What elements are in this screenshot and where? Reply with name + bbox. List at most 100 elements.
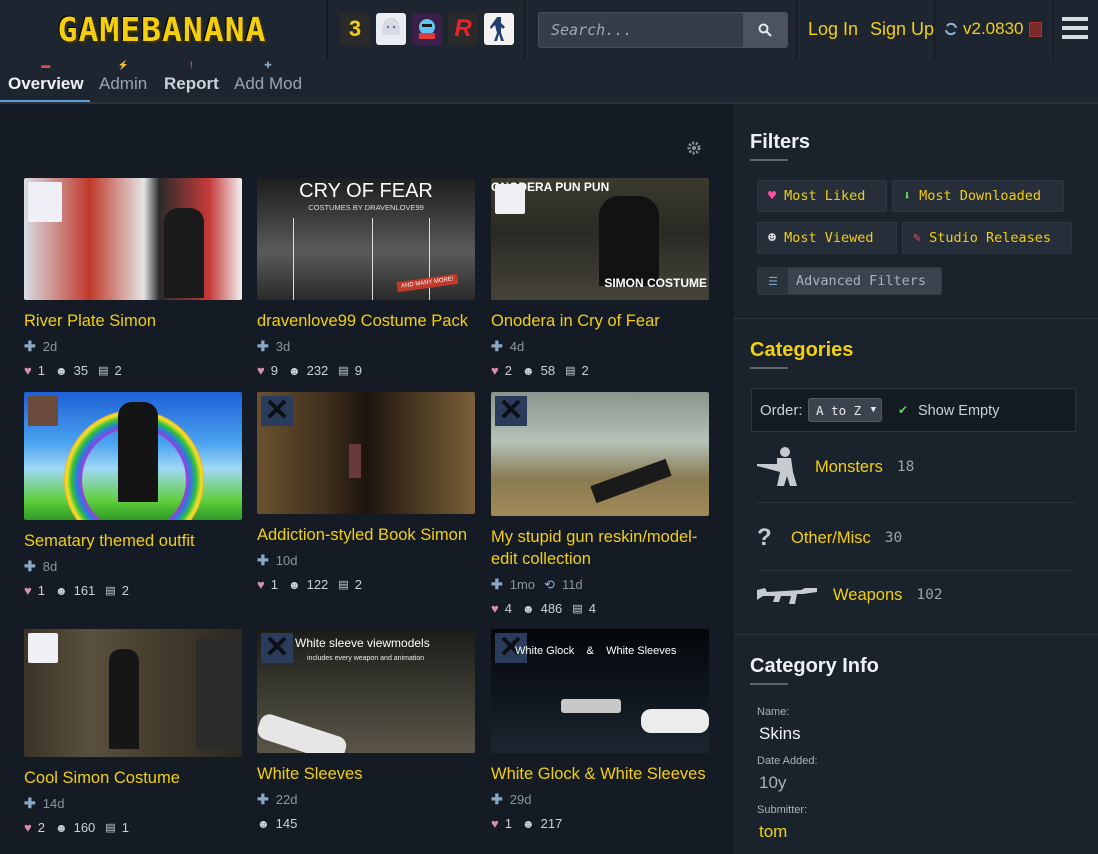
tab-report[interactable]: ! Report <box>164 60 219 94</box>
mod-thumbnail[interactable] <box>24 392 242 520</box>
like-count: 1 <box>504 816 512 831</box>
mod-title[interactable]: Addiction-styled Book Simon <box>257 524 475 546</box>
section-divider <box>733 634 1098 635</box>
mod-card[interactable]: ✕ White Glock & White Sleeves White Gloc… <box>491 629 709 831</box>
added-icon: ✚ <box>24 558 36 574</box>
thumb-title: CRY OF FEAR <box>299 180 433 202</box>
mod-thumbnail[interactable]: ✕ White sleeve viewmodels includes every… <box>257 629 475 753</box>
search-icon <box>758 23 772 37</box>
mod-title[interactable]: dravenlove99 Costume Pack <box>257 310 475 332</box>
sven-coop-icon[interactable]: 3 <box>340 13 370 45</box>
row-divider <box>757 570 1075 571</box>
r-game-icon[interactable]: R <box>448 13 478 45</box>
like-count: 4 <box>504 601 512 616</box>
mod-stats: ♥ 4 ☻ 486 ▤ 4 <box>491 601 709 616</box>
mod-title[interactable]: Cool Simon Costume <box>24 767 242 789</box>
mod-title[interactable]: River Plate Simon <box>24 310 242 332</box>
order-label: Order: <box>760 402 803 419</box>
top-bar: GAMEBANANA 3 R Log In Sign Up v2.0830 <box>0 0 1098 61</box>
filter-most-downloaded[interactable]: ⬇ Most Downloaded <box>892 180 1064 212</box>
mod-age: 4d <box>509 339 525 354</box>
mod-card[interactable]: Cool Simon Costume ✚ 14d ♥ 2 ☻ 160 ▤ 1 <box>24 629 242 835</box>
filter-label: Most Liked <box>784 188 866 204</box>
order-select[interactable]: A to Z ▼ <box>808 398 882 422</box>
comment-icon: ▤ <box>105 822 116 834</box>
version-link[interactable]: v2.0830 <box>944 19 1042 39</box>
mod-stats: ♥ 2 ☻ 58 ▤ 2 <box>491 363 709 378</box>
eye-face-icon: ☻ <box>768 230 777 246</box>
search-input[interactable] <box>539 13 731 47</box>
fnf-icon[interactable] <box>412 13 442 45</box>
filter-studio-releases[interactable]: ✎ Studio Releases <box>902 222 1072 254</box>
category-order-bar: Order: A to Z ▼ ✔ Show Empty <box>751 388 1076 432</box>
tab-add-mod[interactable]: ✚ Add Mod <box>234 60 302 94</box>
mod-thumbnail[interactable]: ✕ <box>491 392 709 516</box>
mod-card[interactable]: ✕ Addiction-styled Book Simon ✚ 10d ♥ 1 ☻ 1… <box>257 392 475 592</box>
mod-thumbnail[interactable]: ✕ White Glock & White Sleeves <box>491 629 709 753</box>
category-count: 102 <box>916 587 943 603</box>
mod-title[interactable]: White Glock & White Sleeves <box>491 763 709 785</box>
info-submitter-value[interactable]: tom <box>759 822 787 842</box>
show-empty-label[interactable]: Show Empty <box>918 403 999 419</box>
login-link[interactable]: Log In <box>808 19 858 40</box>
filter-most-viewed[interactable]: ☻ Most Viewed <box>757 222 897 254</box>
filter-most-liked[interactable]: ♥ Most Liked <box>757 180 887 212</box>
mod-stats: ♥ 1 ☻ 35 ▤ 2 <box>24 363 242 378</box>
mod-card[interactable]: Sematary themed outfit ✚ 8d ♥ 1 ☻ 161 ▤ 2 <box>24 392 242 598</box>
heart-icon: ♥ <box>491 601 499 616</box>
anime-girl-icon[interactable] <box>376 13 406 45</box>
search-button[interactable] <box>743 13 787 47</box>
tab-label: Admin <box>99 74 148 93</box>
like-count: 1 <box>37 363 45 378</box>
mod-card[interactable]: River Plate Simon ✚ 2d ♥ 1 ☻ 35 ▤ 2 <box>24 178 242 378</box>
info-name-value: Skins <box>759 724 801 743</box>
mod-title[interactable]: White Sleeves <box>257 763 475 785</box>
info-added-label: Date Added: <box>757 755 818 767</box>
heart-icon: ♥ <box>768 188 777 204</box>
mod-age: 22d <box>275 792 298 807</box>
comment-icon: ▤ <box>338 365 349 377</box>
comment-count: 9 <box>354 363 362 378</box>
divider <box>796 0 797 60</box>
mod-title[interactable]: My stupid gun reskin/model-edit collecti… <box>491 526 709 570</box>
thumb-title: White Glock & White Sleeves <box>515 645 677 657</box>
checkbox-icon[interactable]: ✔ <box>898 403 908 417</box>
site-logo[interactable]: GAMEBANANA <box>6 10 318 49</box>
mod-title[interactable]: Sematary themed outfit <box>24 530 242 552</box>
author-avatar <box>495 184 525 214</box>
comment-icon: ▤ <box>572 603 583 615</box>
menu-icon[interactable] <box>1062 17 1088 43</box>
mod-thumbnail[interactable]: ✕ <box>257 392 475 514</box>
mod-thumbnail[interactable]: ONODERA PUN PUN SIMON COSTUME <box>491 178 709 300</box>
mod-card[interactable]: ONODERA PUN PUN SIMON COSTUME Onodera in… <box>491 178 709 378</box>
mod-stats: ♥ 9 ☻ 232 ▤ 9 <box>257 363 475 378</box>
tab-admin[interactable]: ⚡ Admin <box>99 60 148 94</box>
mod-thumbnail[interactable] <box>24 178 242 300</box>
advanced-filters-button[interactable]: ☰ Advanced Filters <box>757 267 942 295</box>
counter-strike-icon[interactable] <box>484 13 514 45</box>
thumb-subtitle: includes every weapon and animation <box>307 655 425 662</box>
category-weapons[interactable]: Weapons 102 <box>757 582 943 608</box>
category-monsters[interactable]: Monsters 18 <box>757 446 914 488</box>
tab-overview[interactable]: ▬ Overview <box>8 60 84 94</box>
question-mark-icon: ? <box>757 524 772 551</box>
mod-card[interactable]: ✕ White sleeve viewmodels includes every… <box>257 629 475 831</box>
mod-title[interactable]: Onodera in Cry of Fear <box>491 310 709 332</box>
filter-label: Most Downloaded <box>919 188 1042 204</box>
mod-thumbnail[interactable] <box>24 629 242 757</box>
divider <box>327 0 328 60</box>
thumb-title: White sleeve viewmodels <box>295 636 430 650</box>
mod-thumbnail[interactable]: CRY OF FEAR COSTUMES BY DRAVENLOVE99 AND… <box>257 178 475 300</box>
comment-icon: ▤ <box>98 365 109 377</box>
signup-link[interactable]: Sign Up <box>870 19 934 40</box>
mod-card[interactable]: ✕ My stupid gun reskin/model-edit collec… <box>491 392 709 616</box>
mod-age: 8d <box>42 559 58 574</box>
category-other-misc[interactable]: ? Other/Misc 30 <box>757 524 902 552</box>
eye-icon: ☻ <box>54 820 68 835</box>
gear-icon[interactable] <box>686 140 702 156</box>
heading-underline <box>750 159 788 161</box>
view-count: 486 <box>540 601 563 616</box>
mod-date: ✚ 3d <box>257 338 475 355</box>
mod-card[interactable]: CRY OF FEAR COSTUMES BY DRAVENLOVE99 AND… <box>257 178 475 378</box>
advanced-filters-label: Advanced Filters <box>796 273 927 289</box>
